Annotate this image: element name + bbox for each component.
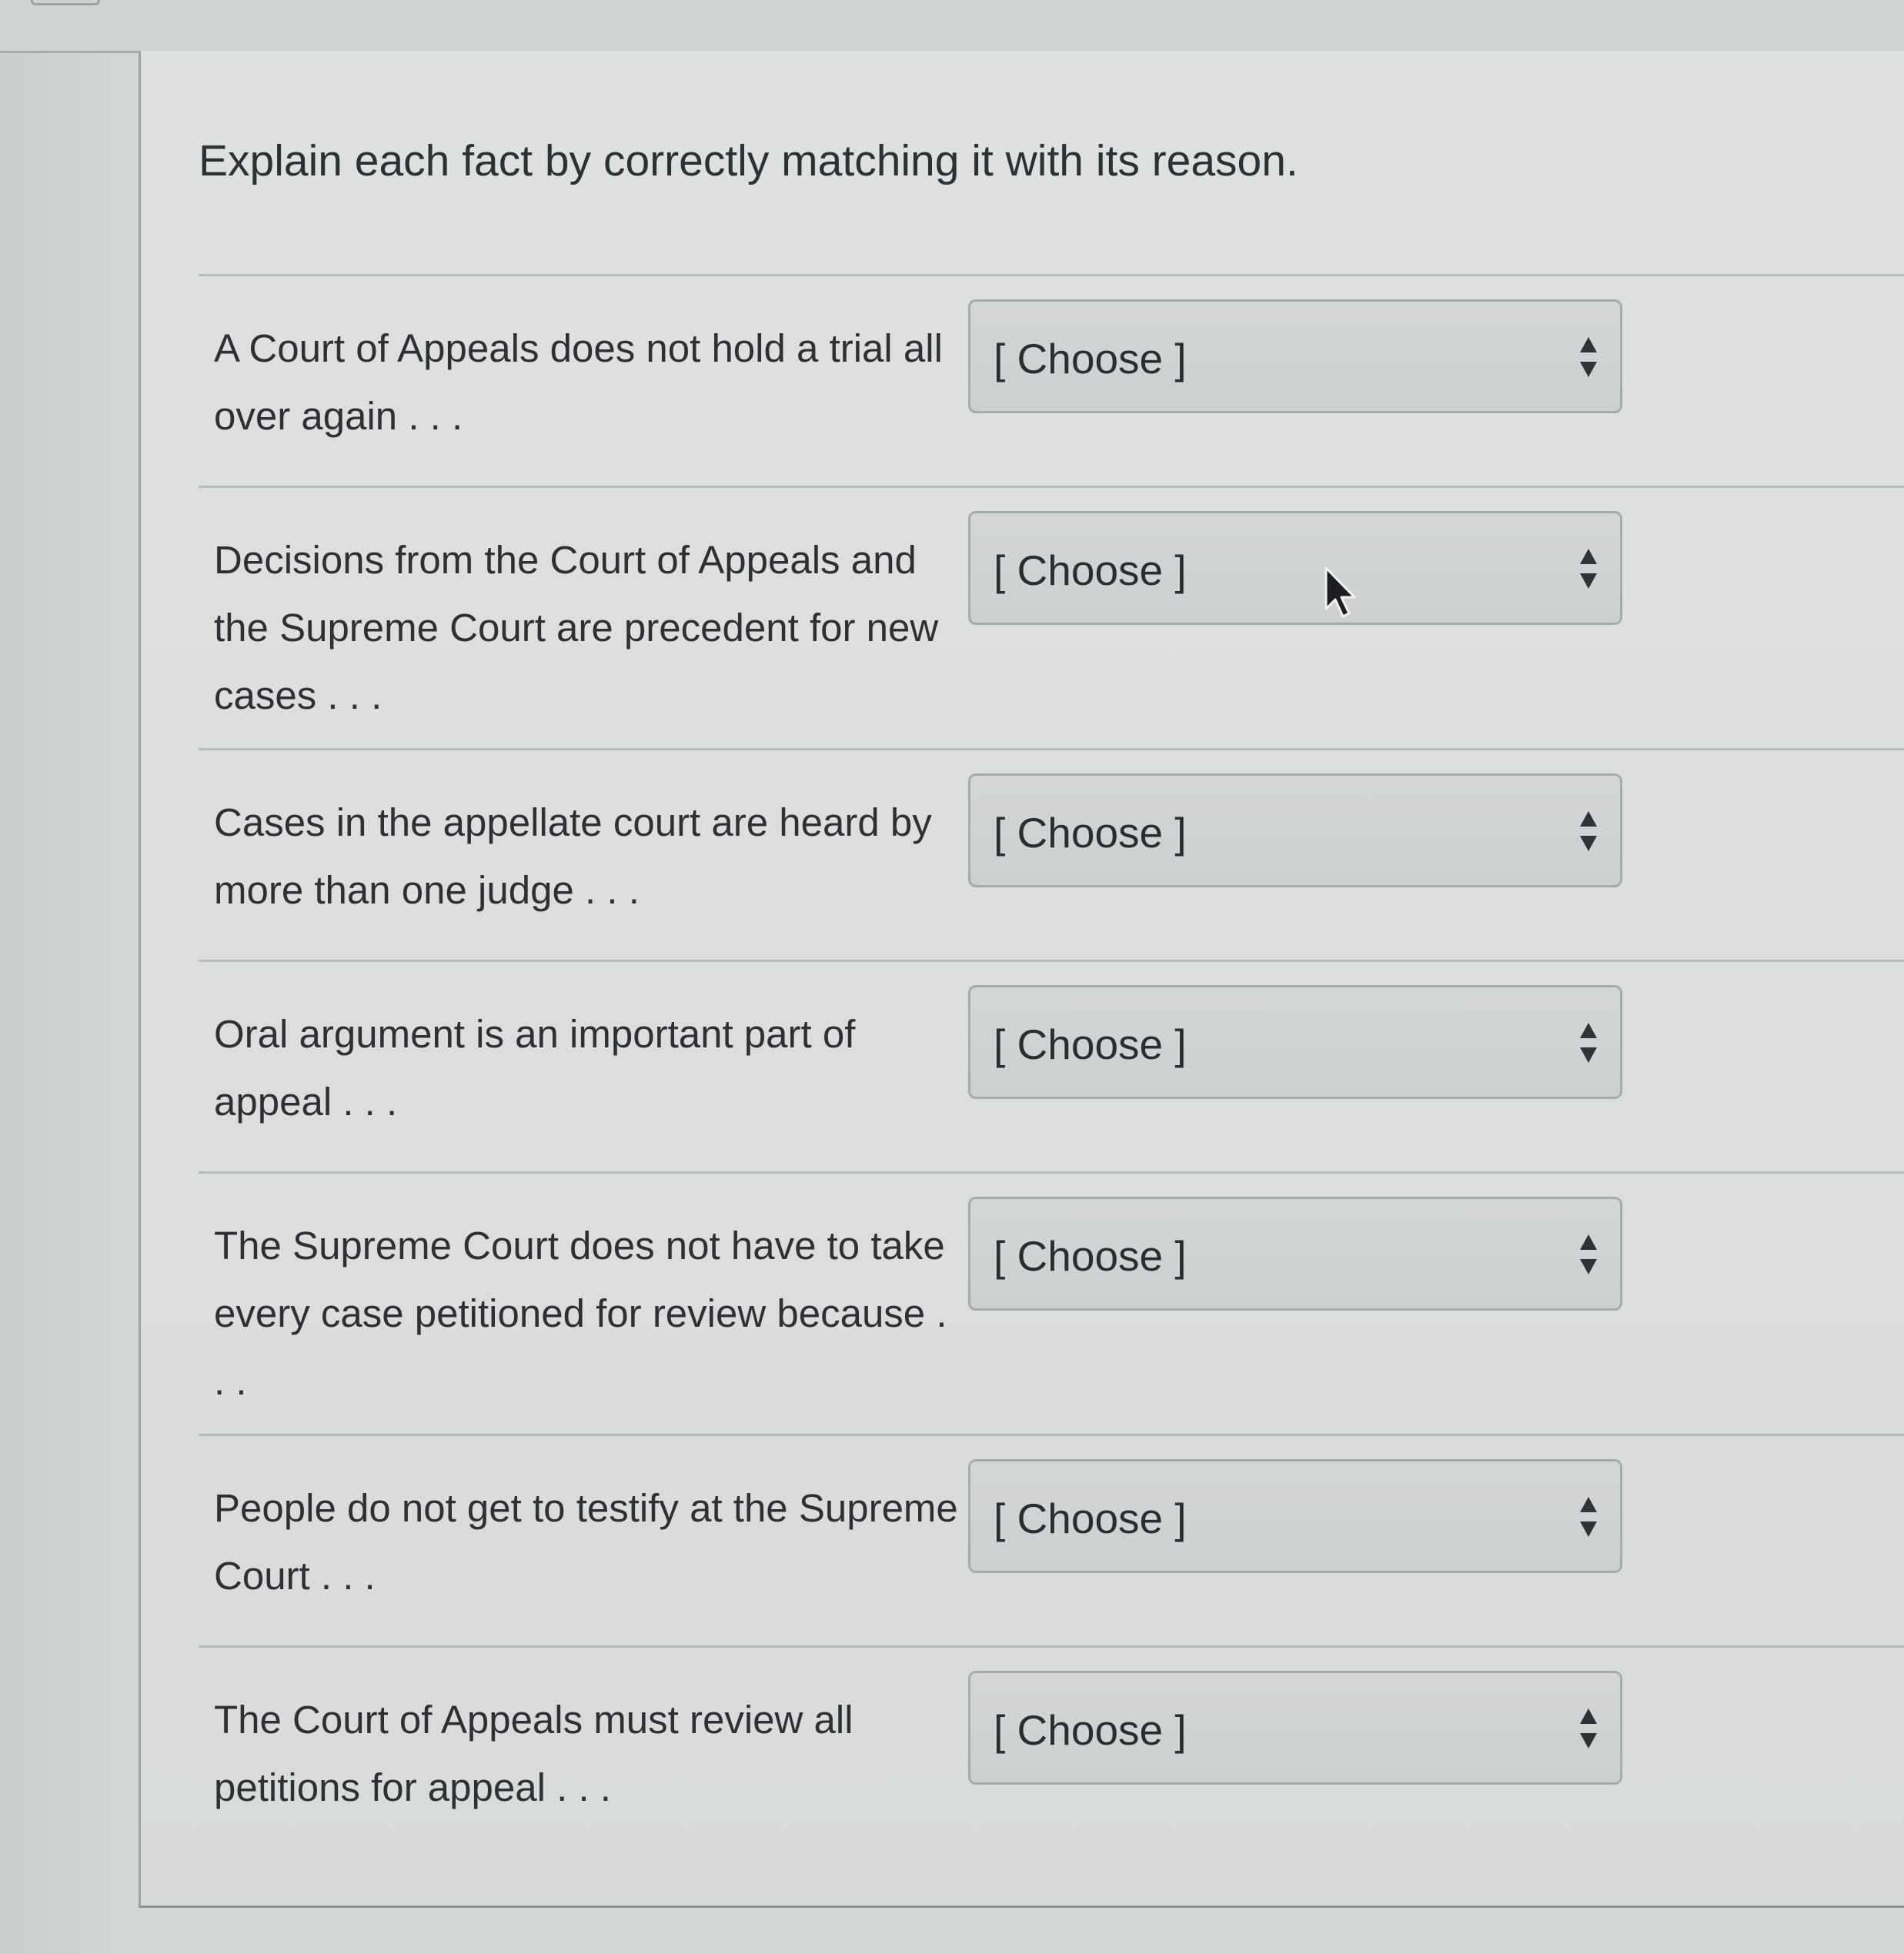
- matching-row: Decisions from the Court of Appeals and …: [199, 486, 1904, 748]
- fact-text: Oral argument is an important part of ap…: [214, 1012, 856, 1124]
- matching-rows: A Court of Appeals does not hold a trial…: [199, 274, 1904, 1857]
- fact-text: A Court of Appeals does not hold a trial…: [214, 326, 943, 438]
- matching-row: The Court of Appeals must review all pet…: [199, 1645, 1904, 1857]
- left-gutter: [0, 0, 139, 1954]
- select-value: [ Choose ]: [994, 1495, 1187, 1542]
- fact-text: Cases in the appellate court are heard b…: [214, 800, 932, 912]
- matching-row: Cases in the appellate court are heard b…: [199, 748, 1904, 960]
- up-down-arrows-icon: [1578, 1707, 1598, 1750]
- select-value: [ Choose ]: [994, 1232, 1187, 1280]
- up-down-arrows-icon: [1578, 336, 1598, 379]
- select-value: [ Choose ]: [994, 335, 1187, 382]
- fact-text: People do not get to testify at the Supr…: [214, 1486, 958, 1598]
- matching-row: The Supreme Court does not have to take …: [199, 1171, 1904, 1434]
- reason-select[interactable]: [ Choose ]: [968, 511, 1622, 625]
- collapsed-control: [31, 0, 100, 5]
- reason-select[interactable]: [ Choose ]: [968, 985, 1622, 1099]
- reason-select[interactable]: [ Choose ]: [968, 1459, 1622, 1573]
- fact-text: The Supreme Court does not have to take …: [214, 1224, 947, 1403]
- reason-select[interactable]: [ Choose ]: [968, 1671, 1622, 1785]
- select-value: [ Choose ]: [994, 546, 1187, 594]
- matching-row: A Court of Appeals does not hold a trial…: [199, 274, 1904, 486]
- fact-text: The Court of Appeals must review all pet…: [214, 1698, 853, 1809]
- up-down-arrows-icon: [1578, 547, 1598, 590]
- up-down-arrows-icon: [1578, 1021, 1598, 1064]
- select-value: [ Choose ]: [994, 809, 1187, 857]
- up-down-arrows-icon: [1578, 810, 1598, 853]
- reason-select[interactable]: [ Choose ]: [968, 1197, 1622, 1311]
- up-down-arrows-icon: [1578, 1233, 1598, 1276]
- mouse-pointer-icon: [1324, 566, 1359, 620]
- matching-row: Oral argument is an important part of ap…: [199, 960, 1904, 1171]
- reason-select[interactable]: [ Choose ]: [968, 773, 1622, 887]
- reason-select[interactable]: [ Choose ]: [968, 299, 1622, 413]
- select-value: [ Choose ]: [994, 1706, 1187, 1754]
- question-panel: Explain each fact by correctly matching …: [139, 51, 1904, 1908]
- select-value: [ Choose ]: [994, 1020, 1187, 1068]
- fact-text: Decisions from the Court of Appeals and …: [214, 538, 939, 717]
- matching-row: People do not get to testify at the Supr…: [199, 1434, 1904, 1645]
- up-down-arrows-icon: [1578, 1495, 1598, 1538]
- question-prompt: Explain each fact by correctly matching …: [199, 136, 1298, 185]
- top-strip: [0, 0, 1904, 53]
